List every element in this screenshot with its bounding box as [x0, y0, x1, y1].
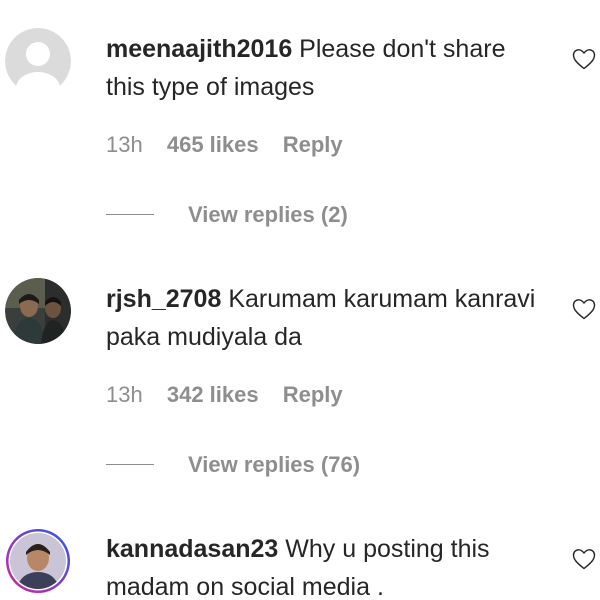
comment-text: meenaajith2016 Please don't share this t… — [106, 30, 551, 106]
view-replies-button[interactable]: View replies (76) — [106, 452, 360, 478]
comment-username[interactable]: kannadasan23 — [106, 535, 278, 563]
avatar[interactable] — [5, 278, 71, 344]
heart-outline-icon[interactable] — [572, 298, 596, 320]
comment-username[interactable]: rjsh_2708 — [106, 285, 221, 313]
likes-count[interactable]: 465 likes — [167, 132, 259, 157]
view-replies-label: View replies (2) — [188, 202, 348, 227]
story-ring-avatar-icon — [6, 529, 70, 593]
comment-text: rjsh_2708 Karumam karumam kanravi paka m… — [106, 280, 551, 356]
view-replies-label: View replies (76) — [188, 452, 361, 477]
comments-list: meenaajith2016 Please don't share this t… — [0, 0, 600, 600]
photo-avatar-icon — [5, 278, 71, 344]
comment-text: kannadasan23 Why u posting this madam on… — [106, 530, 551, 600]
default-avatar-icon — [5, 28, 71, 94]
avatar[interactable] — [5, 528, 71, 594]
comment-time: 13h — [106, 132, 143, 157]
heart-outline-icon[interactable] — [572, 48, 596, 70]
likes-count[interactable]: 342 likes — [167, 382, 259, 407]
reply-button[interactable]: Reply — [283, 132, 343, 157]
comment-meta: 13h 465 likes Reply — [106, 132, 361, 158]
heart-outline-icon[interactable] — [572, 548, 596, 570]
reply-button[interactable]: Reply — [283, 382, 343, 407]
divider-dash — [106, 213, 154, 215]
comment-meta: 13h 342 likes Reply — [106, 382, 361, 408]
avatar[interactable] — [5, 28, 71, 94]
comment-username[interactable]: meenaajith2016 — [106, 35, 292, 63]
comment-time: 13h — [106, 382, 143, 407]
divider-dash — [106, 463, 154, 465]
view-replies-button[interactable]: View replies (2) — [106, 202, 348, 228]
